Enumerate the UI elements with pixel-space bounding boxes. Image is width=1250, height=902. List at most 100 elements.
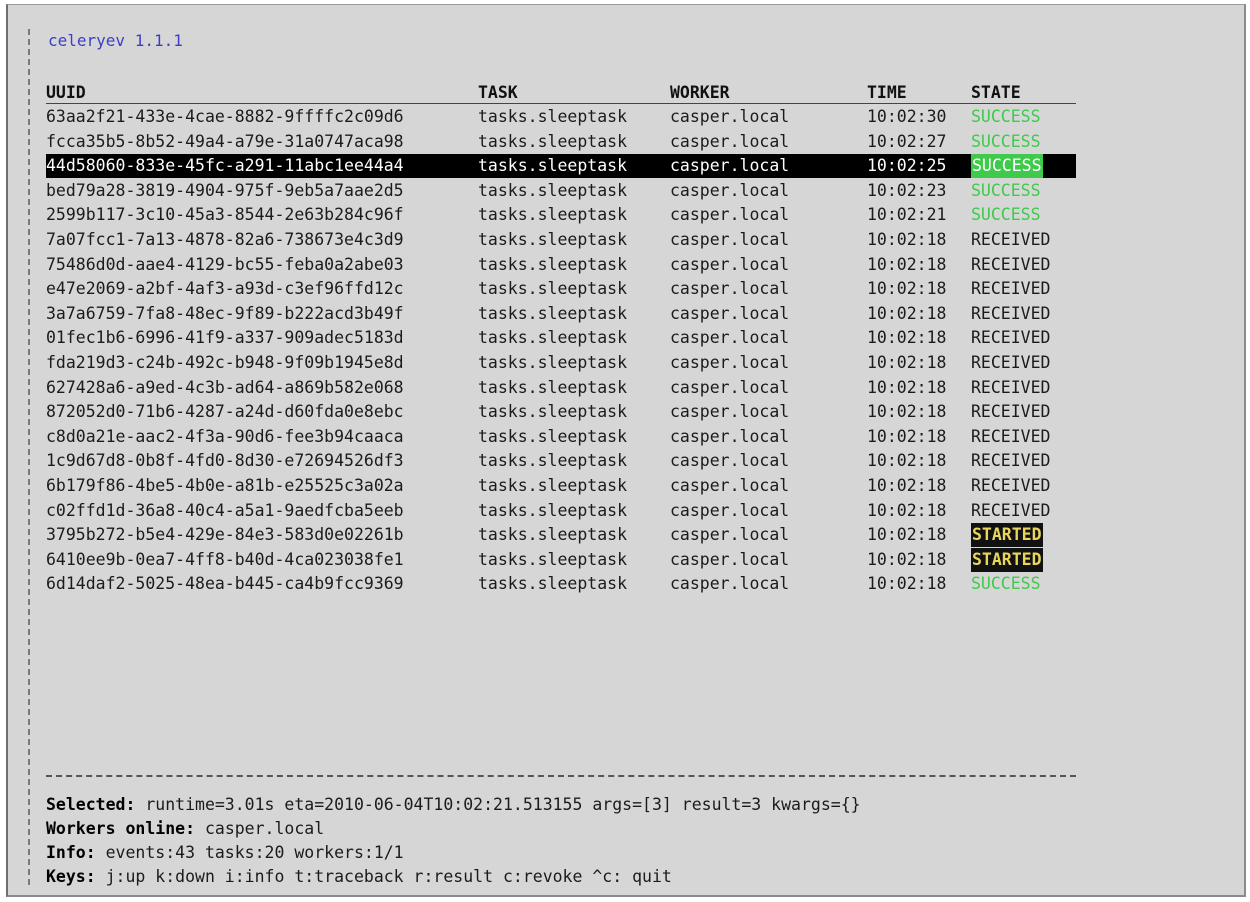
cell-uuid: 6b179f86-4be5-4b0e-a81b-e25525c3a02a xyxy=(46,476,404,495)
cell-task: tasks.sleeptask xyxy=(478,525,628,545)
cell-worker: casper.local xyxy=(670,230,790,249)
cell-state: RECEIVED xyxy=(971,426,1051,446)
cell-uuid: 01fec1b6-6996-41f9-a337-909adec5183d xyxy=(46,328,404,348)
cell-state: SUCCESS xyxy=(971,180,1041,200)
table-row[interactable]: 44d58060-833e-45fc-a291-11abc1ee44a4 task… xyxy=(46,154,1076,179)
cell-uuid: 63aa2f21-433e-4cae-8882-9ffffc2c09d6 xyxy=(46,107,404,126)
footer-keys: Keys: j:up k:down i:info t:traceback r:r… xyxy=(46,865,672,889)
cell-time: 10:02:18 xyxy=(867,353,947,372)
cell-worker: casper.local xyxy=(670,131,790,151)
footer-divider xyxy=(46,775,1076,777)
cell-uuid: c8d0a21e-aac2-4f3a-90d6-fee3b94caaca xyxy=(46,426,404,446)
cell-state: RECEIVED xyxy=(971,353,1051,372)
cell-task: tasks.sleeptask xyxy=(478,328,628,348)
cell-time: 10:02:21 xyxy=(867,205,947,225)
cell-state: SUCCESS xyxy=(971,154,1043,179)
cell-task: tasks.sleeptask xyxy=(478,254,628,274)
cell-time: 10:02:18 xyxy=(867,476,947,495)
cell-state: STARTED xyxy=(971,547,1043,572)
terminal-window: celeryev 1.1.1 UUID TASK WORKER TIME STA… xyxy=(6,4,1246,897)
cell-task: tasks.sleeptask xyxy=(478,107,628,126)
cell-time: 10:02:18 xyxy=(867,230,947,249)
cell-worker: casper.local xyxy=(670,328,790,348)
cell-worker: casper.local xyxy=(670,279,790,299)
cell-worker: casper.local xyxy=(670,549,790,569)
cell-state: RECEIVED xyxy=(971,500,1051,520)
cell-state: RECEIVED xyxy=(971,451,1051,471)
cell-uuid: fcca35b5-8b52-49a4-a79e-31a0747aca98 xyxy=(46,131,404,151)
cell-worker: casper.local xyxy=(670,525,790,545)
table-header: UUID TASK WORKER TIME STATE xyxy=(46,81,1021,105)
cell-task: tasks.sleeptask xyxy=(478,131,628,151)
cell-state: SUCCESS xyxy=(971,205,1041,225)
cell-state: SUCCESS xyxy=(971,107,1041,126)
cell-worker: casper.local xyxy=(670,402,790,422)
cell-state: SUCCESS xyxy=(971,131,1041,151)
header-worker: WORKER xyxy=(670,83,730,102)
footer-selected-value: runtime=3.01s eta=2010-06-04T10:02:21.51… xyxy=(135,795,861,814)
left-margin-rule xyxy=(28,29,30,885)
header-uuid: UUID xyxy=(46,83,86,102)
cell-worker: casper.local xyxy=(670,156,790,176)
cell-task: tasks.sleeptask xyxy=(478,426,628,446)
cell-time: 10:02:27 xyxy=(867,131,947,151)
cell-task: tasks.sleeptask xyxy=(478,500,628,520)
footer-keys-label: Keys: xyxy=(46,867,96,886)
header-divider xyxy=(46,103,1076,104)
cell-worker: casper.local xyxy=(670,180,790,200)
cell-task: tasks.sleeptask xyxy=(478,180,628,200)
cell-time: 10:02:18 xyxy=(867,328,947,348)
cell-task: tasks.sleeptask xyxy=(478,279,628,299)
app-title: celeryev 1.1.1 xyxy=(48,31,183,50)
cell-time: 10:02:30 xyxy=(867,107,947,126)
footer-info: Info: events:43 tasks:20 workers:1/1 xyxy=(46,841,404,865)
cell-state: RECEIVED xyxy=(971,254,1051,274)
cell-worker: casper.local xyxy=(670,476,790,495)
cell-worker: casper.local xyxy=(670,254,790,274)
footer-keys-value: j:up k:down i:info t:traceback r:result … xyxy=(95,867,672,886)
cell-time: 10:02:18 xyxy=(867,574,947,594)
header-state: STATE xyxy=(971,83,1021,102)
cell-uuid: 872052d0-71b6-4287-a24d-d60fda0e8ebc xyxy=(46,402,404,422)
cell-task: tasks.sleeptask xyxy=(478,402,628,422)
cell-worker: casper.local xyxy=(670,107,790,126)
footer-workers-label: Workers online: xyxy=(46,819,196,838)
cell-uuid: fda219d3-c24b-492c-b948-9f09b1945e8d xyxy=(46,353,404,372)
cell-task: tasks.sleeptask xyxy=(478,476,628,495)
cell-uuid: 2599b117-3c10-45a3-8544-2e63b284c96f xyxy=(46,205,404,225)
cell-task: tasks.sleeptask xyxy=(478,549,628,569)
cell-worker: casper.local xyxy=(670,451,790,471)
footer-workers: Workers online: casper.local xyxy=(46,817,324,841)
footer-workers-value: casper.local xyxy=(195,819,325,838)
cell-uuid: c02ffd1d-36a8-40c4-a5a1-9aedfcba5eeb xyxy=(46,500,404,520)
cell-task: tasks.sleeptask xyxy=(478,230,628,249)
cell-worker: casper.local xyxy=(670,303,790,323)
cell-uuid: 44d58060-833e-45fc-a291-11abc1ee44a4 xyxy=(46,156,404,176)
cell-time: 10:02:18 xyxy=(867,426,947,446)
cell-task: tasks.sleeptask xyxy=(478,303,628,323)
cell-time: 10:02:18 xyxy=(867,549,947,569)
cell-worker: casper.local xyxy=(670,426,790,446)
cell-worker: casper.local xyxy=(670,353,790,372)
header-task: TASK xyxy=(478,83,518,102)
cell-state: RECEIVED xyxy=(971,230,1051,249)
cell-time: 10:02:18 xyxy=(867,451,947,471)
cell-time: 10:02:18 xyxy=(867,402,947,422)
cell-uuid: 6410ee9b-0ea7-4ff8-b40d-4ca023038fe1 xyxy=(46,549,404,569)
cell-state: SUCCESS xyxy=(971,574,1041,594)
footer-selected-label: Selected: xyxy=(46,795,136,814)
cell-worker: casper.local xyxy=(670,205,790,225)
cell-time: 10:02:18 xyxy=(867,377,947,397)
cell-uuid: 3795b272-b5e4-429e-84e3-583d0e02261b xyxy=(46,525,404,545)
cell-time: 10:02:18 xyxy=(867,525,947,545)
cell-uuid: 75486d0d-aae4-4129-bc55-feba0a2abe03 xyxy=(46,254,404,274)
cell-task: tasks.sleeptask xyxy=(478,574,628,594)
cell-uuid: e47e2069-a2bf-4af3-a93d-c3ef96ffd12c xyxy=(46,279,404,299)
cell-uuid: 627428a6-a9ed-4c3b-ad64-a869b582e068 xyxy=(46,377,404,397)
cell-state: RECEIVED xyxy=(971,377,1051,397)
cell-task: tasks.sleeptask xyxy=(478,156,628,176)
cell-uuid: bed79a28-3819-4904-975f-9eb5a7aae2d5 xyxy=(46,180,404,200)
cell-worker: casper.local xyxy=(670,377,790,397)
cell-task: tasks.sleeptask xyxy=(478,205,628,225)
cell-worker: casper.local xyxy=(670,500,790,520)
